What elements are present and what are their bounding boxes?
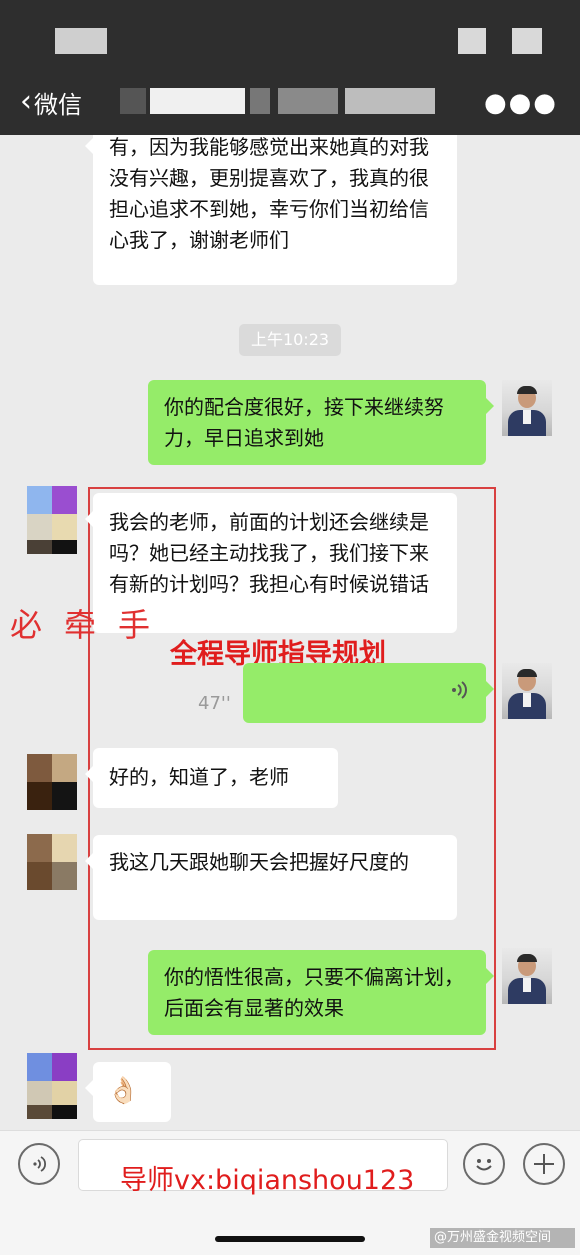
avatar[interactable] [27,486,77,542]
message-text: 我这几天跟她聊天会把握好尺度的 [109,850,409,874]
message-bubble-outgoing[interactable]: 你的配合度很好，接下来继续努力，早日追求到她 [148,380,494,465]
message-text: 有，因为我能够感觉出来她真的对我没有兴趣，更别提喜欢了，我真的很担心追求不到她，… [109,135,429,252]
status-bar-blurred-signal [458,28,486,54]
chat-title-blurred [250,88,270,114]
avatar[interactable] [27,834,77,890]
avatar[interactable] [502,948,552,1004]
message-bubble-incoming[interactable]: 有，因为我能够感觉出来她真的对我没有兴趣，更别提喜欢了，我真的很担心追求不到她，… [85,120,457,285]
avatar-lower [27,1105,77,1133]
voice-message-bubble[interactable] [243,663,494,723]
back-label: 微信 [34,90,82,119]
chat-title-blurred [345,88,435,114]
voice-wave-icon [452,681,467,699]
chat-title-blurred [278,88,338,114]
voice-mode-glyph [33,1156,47,1172]
emoji-icon[interactable] [463,1143,505,1185]
home-indicator [215,1236,365,1242]
timestamp: 上午10:23 [239,324,341,356]
watermark-brand: 必牵手 [10,606,173,644]
message-text: 好的，知道了，老师 [109,765,289,789]
message-bubble-incoming[interactable]: 👌🏻 [85,1062,171,1122]
avatar[interactable] [502,380,552,436]
avatar[interactable] [27,1053,77,1109]
message-text: 你的悟性很高，只要不偏离计划，后面会有显著的效果 [164,965,464,1020]
plus-glyph [534,1154,554,1174]
chevron-left-icon: ‹ [20,84,32,119]
nav-bar-overlay: ‹ 微信 ●●● [0,70,580,132]
avatar-lower [27,540,77,568]
status-bar-blurred-battery [512,28,542,54]
chat-title-blurred [120,88,146,114]
message-emoji: 👌🏻 [107,1076,140,1106]
back-button[interactable]: ‹ 微信 [20,84,82,120]
avatar[interactable] [27,754,77,810]
message-text: 你的配合度很好，接下来继续努力，早日追求到她 [164,395,444,450]
message-bubble-incoming[interactable]: 我这几天跟她聊天会把握好尺度的 [85,835,457,920]
contact-overlay: 导师vx:biqianshou123 [120,1165,415,1196]
message-bubble-outgoing[interactable]: 你的悟性很高，只要不偏离计划，后面会有显著的效果 [148,950,494,1035]
avatar[interactable] [502,663,552,719]
message-bubble-incoming[interactable]: 好的，知道了，老师 [85,748,338,808]
voice-mode-icon[interactable] [18,1143,60,1185]
message-text: 我会的老师，前面的计划还会继续是吗？她已经主动找我了，我们接下来有新的计划吗？我… [109,510,429,596]
corner-watermark: @万州盛金视频空间 [430,1228,575,1248]
voice-duration: 47'' [198,693,231,714]
status-bar-blurred-time [55,28,107,54]
emoji-glyph [476,1159,492,1171]
plus-icon[interactable] [523,1143,565,1185]
more-dots-icon[interactable]: ●●● [484,90,558,116]
chat-title-blurred [150,88,245,114]
